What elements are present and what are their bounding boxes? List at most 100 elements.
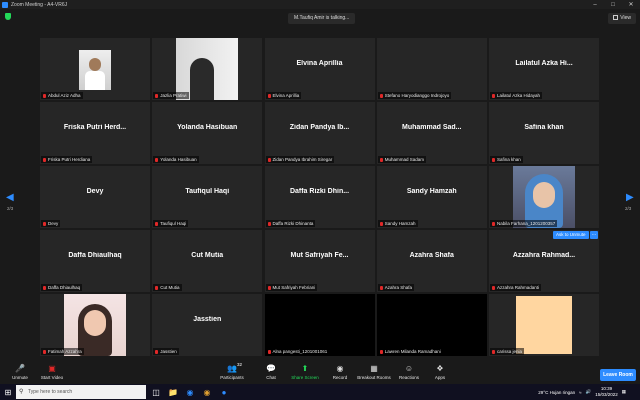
minimize-icon[interactable]: – [586,2,604,8]
participant-name-label: Daffa Dhiaulhaq [41,284,83,291]
participant-name-label: Zidan Pandya Ibrahim Siregar [265,156,335,163]
wifi-icon[interactable]: ≈ [579,390,581,395]
more-options-button[interactable]: ... [590,231,598,239]
microphone-muted-icon [492,221,495,226]
participant-tile[interactable]: Nabila Farhana_1201200357 [489,166,599,228]
microphone-muted-icon [492,349,495,354]
participant-video [176,38,239,100]
participant-tile[interactable]: Daffa Rizki Dhin... Daffa Rizki Dhinanta [264,166,375,228]
participant-name-label: Jasstien [153,348,179,355]
participant-display-name: Jasstien [193,316,222,323]
participant-tile[interactable]: Cut Mutia Cut Mutia [152,230,263,292]
chrome-browser-icon[interactable]: ◉ [200,385,214,399]
participant-display-name: Taufiqul Haqi [185,188,230,195]
participant-tile[interactable]: Abdul Aziz Adha [40,38,150,100]
participant-display-name: Cut Mutia [191,252,224,259]
chat-icon: 💬 [266,364,276,373]
breakout-rooms-icon: ▦ [370,364,378,373]
participant-tile[interactable]: Jazlia Pratiwi [152,38,263,100]
participant-tile[interactable]: Jasstien Jasstien [152,294,263,356]
participant-tile[interactable]: Elvina Aprillia Elvina Aprillia [264,38,375,100]
participant-name-text: Nabila Farhana_1201200357 [497,221,556,226]
participant-tile[interactable]: Friska Putri Herd... Friska Putri Herdian… [40,102,150,164]
participant-name-label: Devy [41,220,61,227]
participant-name-label: carissa jenia [490,348,525,355]
participant-tile[interactable]: Fatimah Azzahra [40,294,150,356]
participant-tile[interactable]: Alna pangesti_1201001061 [264,294,375,356]
participant-name-text: Stefano Haryodianggo Indrojoyo [384,93,450,98]
participant-name-label: Friska Putri Herdiana [41,156,93,163]
maximize-icon[interactable]: □ [604,2,622,8]
participants-label: Participants [220,375,244,380]
reactions-label: Reactions [398,375,419,380]
participant-tile[interactable]: Azzahra Rahmad... Azzahra Rahmadanti [489,230,599,292]
participant-name-text: Fatimah Azzahra [48,349,82,354]
participant-tile[interactable]: Mut Safriyah Fe... Mut Safriyah Febriani [264,230,375,292]
participant-display-name: Zidan Pandya Ib... [289,124,350,131]
participants-button[interactable]: 👥 Participants [212,364,252,380]
participant-tile[interactable]: Safina khan Safina khan [489,102,599,164]
participant-name-text: Daffa Rizki Dhinanta [272,221,314,226]
participant-display-name: Azahra Shafa [409,252,454,259]
page-indicator-right: 2/3 [625,206,632,211]
share-screen-icon: ⬆ [301,364,309,373]
share-screen-button[interactable]: ⬆ Share Screen [285,364,325,380]
avatar [533,182,555,208]
zoom-taskbar-icon[interactable]: ● [217,385,231,399]
leave-room-button[interactable]: Leave Room [600,369,636,381]
taskbar-clock[interactable]: 10:39 15/03/2022 [595,386,618,398]
participant-name-text: Muhammad Sadam [384,157,425,162]
microphone-muted-icon [43,93,46,98]
taskbar-search-box[interactable]: ⚲ Type here to search [16,385,146,399]
participant-tile[interactable]: Yolanda Hasibuan Yolanda Hasibuan [152,102,263,164]
participant-video [64,294,126,356]
participant-name-text: Cut Mutia [160,285,180,290]
participant-tile[interactable]: Devy Devy [40,166,150,228]
file-explorer-icon[interactable]: 📁 [166,385,180,399]
ask-to-unmute-button[interactable]: Ask to Unmute [553,231,589,239]
edge-browser-icon[interactable]: ◉ [183,385,197,399]
task-view-icon[interactable]: ◫ [149,385,163,399]
participant-name-label: Muhammad Sadam [377,156,427,163]
previous-page-icon[interactable]: ◀ [6,192,14,203]
volume-icon[interactable]: 🔊 [586,389,592,395]
microphone-muted-icon [492,93,495,98]
participant-video [513,166,575,228]
participant-name-text: Abdul Aziz Adha [48,93,81,98]
participant-tile[interactable]: Stefano Haryodianggo Indrojoyo [376,38,487,100]
microphone-muted-icon [492,285,495,290]
participant-name-text: Azzahra Rahmadanti [497,285,540,290]
view-button[interactable]: View [608,13,636,24]
participant-tile[interactable]: carissa jenia [489,294,599,356]
participant-name-text: Zidan Pandya Ibrahim Siregar [272,157,333,162]
participant-tile[interactable]: Daffa Dhiaulhaq Daffa Dhiaulhaq [40,230,150,292]
participant-tile[interactable]: Azahra Shafa Azahra Shafa [376,230,487,292]
participant-name-label: Taufiqul Haqi [153,220,189,227]
close-icon[interactable]: ✕ [622,1,640,8]
participant-tile[interactable]: Lawren Milanda Ramadhani [376,294,487,356]
participant-video [79,50,111,90]
apps-button[interactable]: ❖ Apps [420,364,460,380]
windows-start-icon[interactable]: ⊞ [0,384,16,400]
shield-icon[interactable] [5,13,11,20]
microphone-muted-icon [267,157,271,162]
participant-tile[interactable]: Taufiqul Haqi Taufiqul Haqi [152,166,263,228]
start-video-button[interactable]: ▣ Start Video [32,364,72,380]
participant-display-name: Elvina Aprillia [296,60,343,67]
participant-video [516,296,572,354]
participant-display-name: Lailatul Azka Hi... [515,60,573,67]
record-icon: ◉ [336,364,344,373]
participant-tile[interactable]: Zidan Pandya Ib... Zidan Pandya Ibrahim S… [264,102,375,164]
breakout-rooms-button[interactable]: ▦ Breakout Rooms [354,364,394,380]
participant-name-label: Azahra Shafa [377,284,415,291]
participant-name-label: Elvina Aprillia [265,92,302,99]
participant-tile[interactable]: Lailatul Azka Hi... Lailatul Azka Hidayah [489,38,599,100]
weather-status[interactable]: 29°C Hujan ringan [538,390,575,395]
participant-tile[interactable]: Muhammad Sad... Muhammad Sadam [376,102,487,164]
notifications-icon[interactable]: ▦ [622,389,626,395]
next-page-icon[interactable]: ▶ [626,192,634,203]
participant-display-name: Friska Putri Herd... [63,124,127,131]
participant-tile[interactable]: Sandy Hamzah Sandy Hamzah [376,166,487,228]
participant-display-name: Mut Safriyah Fe... [290,252,349,259]
participant-display-name: Yolanda Hasibuan [177,124,238,131]
